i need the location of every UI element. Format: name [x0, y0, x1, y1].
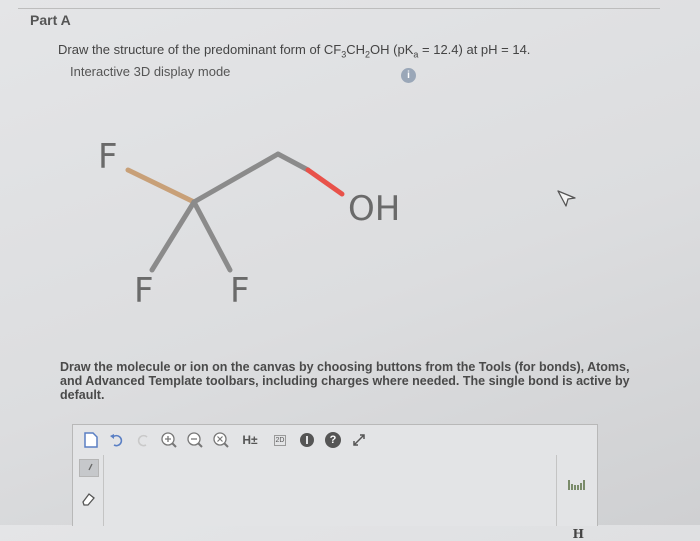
bond-c-o-carbon	[275, 151, 311, 173]
undo-icon[interactable]	[107, 430, 127, 450]
redo-icon[interactable]	[133, 430, 153, 450]
atom-f-right: F	[230, 271, 250, 310]
fullscreen-icon[interactable]	[349, 430, 369, 450]
atom-oh: OH	[348, 189, 400, 229]
atom-f-left: F	[134, 271, 154, 310]
bond-c-o-oxygen	[305, 167, 345, 197]
tools-toolbar	[73, 455, 104, 526]
periodic-table-icon[interactable]	[568, 477, 586, 495]
editor-toolbar: H± 2D ?	[73, 425, 597, 455]
bond-c-f-left	[149, 199, 197, 273]
eraser-icon[interactable]	[80, 491, 96, 512]
hydrogen-atom-button[interactable]: H	[573, 527, 584, 541]
help-icon: ?	[325, 432, 341, 448]
help-button[interactable]: ?	[323, 430, 343, 450]
zoom-in-icon[interactable]	[159, 430, 179, 450]
question-text: Draw the structure of the predominant fo…	[58, 42, 531, 60]
bond-c-c	[191, 151, 281, 205]
bond-tool-button[interactable]	[79, 459, 99, 477]
reset-zoom-icon[interactable]	[211, 430, 231, 450]
part-label: Part A	[30, 12, 71, 28]
drawing-editor: H± 2D ? H	[72, 424, 598, 541]
molecule-3d-view[interactable]: F F F OH	[80, 120, 440, 310]
atom-f-top: F	[98, 137, 118, 177]
atoms-toolbar: H	[556, 455, 597, 541]
instructions-text: Draw the molecule or ion on the canvas b…	[60, 360, 630, 402]
info-icon[interactable]: i	[401, 68, 416, 83]
mouse-cursor-icon	[557, 190, 576, 207]
zoom-out-icon[interactable]	[185, 430, 205, 450]
bond-c-f-right	[191, 199, 233, 273]
hydrogen-toggle-button[interactable]: H±	[237, 430, 263, 450]
clean-2d-button[interactable]: 2D	[269, 430, 291, 450]
clean-2d-label: 2D	[273, 434, 287, 446]
display-mode-label: Interactive 3D display mode	[70, 64, 231, 79]
top-divider	[18, 8, 660, 9]
settings-icon[interactable]	[297, 430, 317, 450]
new-document-icon[interactable]	[81, 430, 101, 450]
bond-c-f-top	[125, 167, 197, 205]
